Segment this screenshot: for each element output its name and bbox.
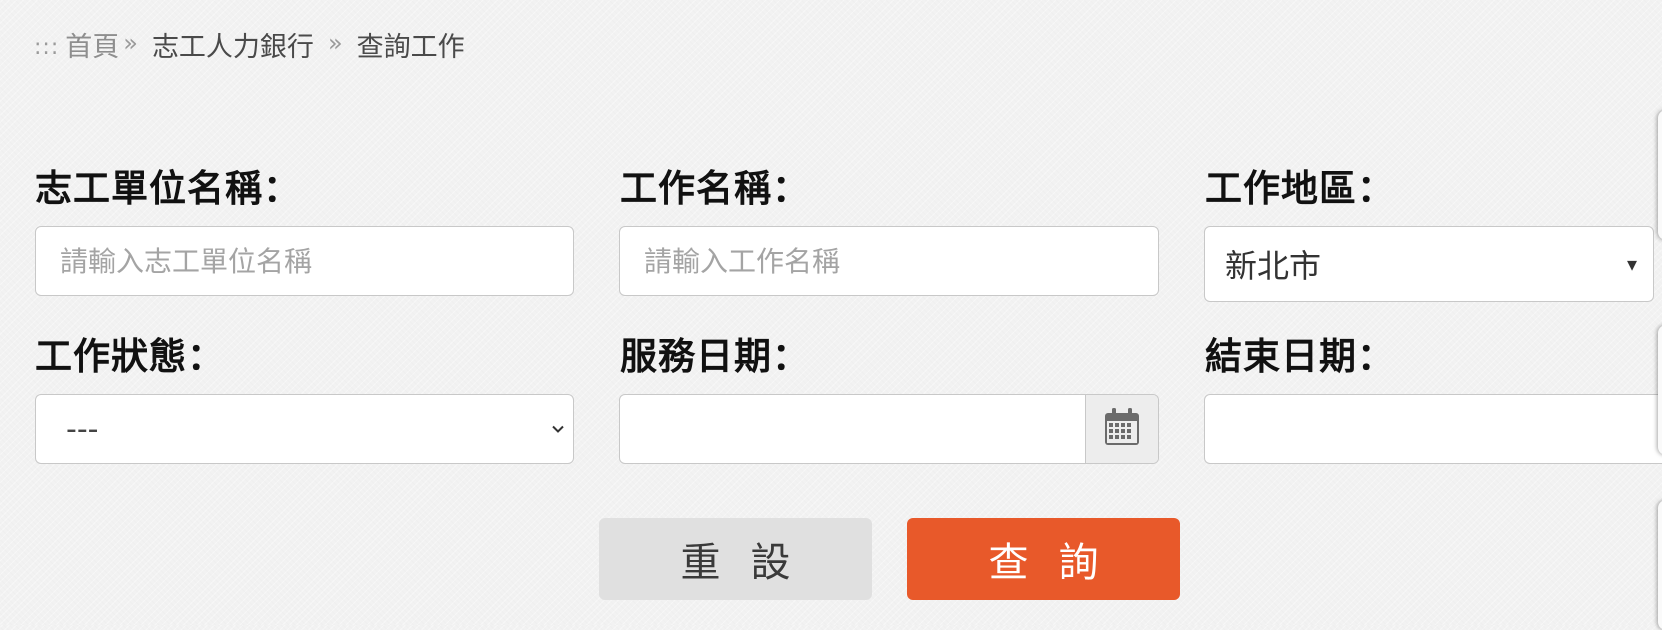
- job-name-input[interactable]: [619, 226, 1159, 296]
- calendar-icon: [1103, 407, 1141, 451]
- breadcrumb-current-page: 查詢工作: [356, 31, 465, 63]
- breadcrumb-separator: »: [123, 29, 138, 57]
- unit-name-input[interactable]: [35, 226, 574, 296]
- reset-button[interactable]: 重設: [599, 518, 872, 600]
- breadcrumb: ::: 首頁 » 志工人力銀行 » 查詢工作: [34, 22, 465, 66]
- offscreen-panel-edge: [1658, 325, 1662, 455]
- job-area-select[interactable]: 新北市 ▾: [1204, 226, 1654, 302]
- unit-name-label: 志工單位名稱：: [35, 167, 301, 210]
- job-area-label: 工作地區：: [1205, 167, 1395, 210]
- job-area-selected-value: 新北市: [1225, 247, 1322, 285]
- chevron-down-icon: [551, 419, 565, 440]
- job-status-selected-value: ---: [66, 411, 99, 447]
- breadcrumb-volunteer-bank-link[interactable]: 志工人力銀行: [152, 25, 314, 64]
- end-date-input[interactable]: [1205, 395, 1662, 463]
- offscreen-panel-edge: [1658, 110, 1662, 240]
- service-date-label: 服務日期：: [620, 335, 810, 378]
- job-status-select[interactable]: ---: [35, 394, 574, 464]
- offscreen-panel-edge: [1658, 500, 1662, 630]
- job-name-label: 工作名稱：: [620, 167, 810, 210]
- breadcrumb-dots: :::: [34, 34, 60, 60]
- caret-down-icon: ▾: [1626, 252, 1637, 276]
- service-date-group: [619, 394, 1159, 464]
- end-date-group: [1204, 394, 1662, 464]
- end-date-label: 結束日期：: [1205, 335, 1395, 378]
- breadcrumb-home-link[interactable]: 首頁: [65, 25, 119, 64]
- job-status-label: 工作狀態：: [35, 335, 225, 378]
- service-date-input[interactable]: [620, 395, 1085, 463]
- service-date-calendar-button[interactable]: [1085, 395, 1158, 463]
- breadcrumb-separator: »: [327, 29, 343, 57]
- search-button[interactable]: 查詢: [907, 518, 1180, 600]
